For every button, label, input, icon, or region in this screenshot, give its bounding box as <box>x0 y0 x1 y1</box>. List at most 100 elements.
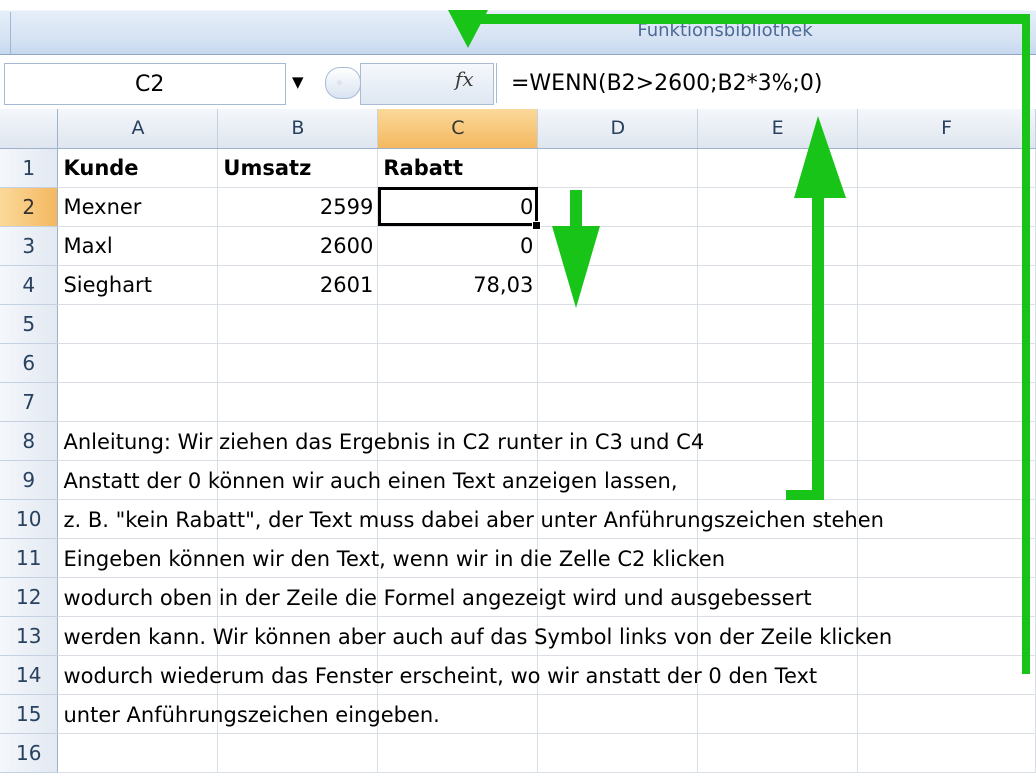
cell-b3[interactable]: 2600 <box>217 226 379 266</box>
cell[interactable] <box>697 304 859 344</box>
ribbon-separator <box>10 12 15 54</box>
cell-c4[interactable]: 78,03 <box>377 265 539 305</box>
note-line-8: unter Anführungszeichen eingeben. <box>63 702 440 727</box>
cell-b4[interactable]: 2601 <box>217 265 379 305</box>
cell[interactable] <box>57 304 219 344</box>
cell[interactable] <box>857 460 1036 500</box>
cell[interactable] <box>377 382 539 422</box>
column-header-c[interactable]: C <box>377 109 539 149</box>
cell-a1[interactable]: Kunde <box>57 148 219 188</box>
cell-f3[interactable] <box>857 226 1036 266</box>
row-header-5[interactable]: 5 <box>0 304 59 344</box>
cell[interactable] <box>857 694 1036 734</box>
cell-f4[interactable] <box>857 265 1036 305</box>
cell-a2[interactable]: Mexner <box>57 187 219 227</box>
cell[interactable] <box>537 733 699 773</box>
cell[interactable] <box>537 382 699 422</box>
cell[interactable] <box>57 343 219 383</box>
cell[interactable] <box>697 733 859 773</box>
cell[interactable] <box>857 655 1036 695</box>
name-box-dropdown-icon[interactable]: ▼ <box>292 73 304 91</box>
name-box[interactable]: C2 <box>4 63 286 105</box>
formula-bar-resize-handle[interactable]: ◦ <box>325 67 361 99</box>
cell-a8[interactable]: Anleitung: Wir ziehen das Ergebnis in C2… <box>57 421 704 461</box>
cell-a14[interactable]: wodurch wiederum das Fenster erscheint, … <box>57 655 817 695</box>
cell-e1[interactable] <box>697 148 859 188</box>
cell[interactable] <box>217 343 379 383</box>
row-header-11[interactable]: 11 <box>0 538 59 578</box>
cell-a11[interactable]: Eingeben können wir den Text, wenn wir i… <box>57 538 725 578</box>
row-header-12[interactable]: 12 <box>0 577 59 617</box>
column-header-b[interactable]: B <box>217 109 379 149</box>
cell[interactable] <box>217 304 379 344</box>
cell[interactable] <box>57 382 219 422</box>
cell-a3[interactable]: Maxl <box>57 226 219 266</box>
row-header-1[interactable]: 1 <box>0 148 59 188</box>
cell-d4[interactable] <box>537 265 699 305</box>
cell-e4[interactable] <box>697 265 859 305</box>
select-all-corner[interactable] <box>0 109 59 149</box>
ribbon-group-label: Funktionsbibliothek <box>637 20 813 39</box>
row-header-7[interactable]: 7 <box>0 382 59 422</box>
row-header-16[interactable]: 16 <box>0 733 59 773</box>
column-header-d[interactable]: D <box>537 109 699 149</box>
cell-a12[interactable]: wodurch oben in der Zeile die Formel ang… <box>57 577 812 617</box>
cell-a15[interactable]: unter Anführungszeichen eingeben. <box>57 694 440 734</box>
cell[interactable] <box>857 382 1036 422</box>
row-header-9[interactable]: 9 <box>0 460 59 500</box>
row-header-14[interactable]: 14 <box>0 655 59 695</box>
row-header-8[interactable]: 8 <box>0 421 59 461</box>
cell[interactable] <box>697 460 859 500</box>
row-header-15[interactable]: 15 <box>0 694 59 734</box>
cell[interactable] <box>377 343 539 383</box>
cell-a4[interactable]: Sieghart <box>57 265 219 305</box>
cell[interactable] <box>857 733 1036 773</box>
row-header-2[interactable]: 2 <box>0 187 59 227</box>
cell-b2[interactable]: 2599 <box>217 187 379 227</box>
cell[interactable] <box>537 343 699 383</box>
cell-c1[interactable]: Rabatt <box>377 148 539 188</box>
cell-d1[interactable] <box>537 148 699 188</box>
column-header-a[interactable]: A <box>57 109 219 149</box>
cell-d3[interactable] <box>537 226 699 266</box>
insert-function-icon[interactable]: fx <box>455 67 474 91</box>
name-box-value: C2 <box>135 72 165 97</box>
cell-a10[interactable]: z. B. "kein Rabatt", der Text muss dabei… <box>57 499 884 539</box>
cell[interactable] <box>217 382 379 422</box>
row-header-6[interactable]: 6 <box>0 343 59 383</box>
cell[interactable] <box>697 694 859 734</box>
column-header-e[interactable]: E <box>697 109 859 149</box>
column-header-f[interactable]: F <box>857 109 1036 149</box>
cell[interactable] <box>857 421 1036 461</box>
row-header-13[interactable]: 13 <box>0 616 59 656</box>
cell[interactable] <box>537 694 699 734</box>
cell-f2[interactable] <box>857 187 1036 227</box>
cell[interactable] <box>377 733 539 773</box>
cell-d2[interactable] <box>537 187 699 227</box>
formula-input[interactable]: =WENN(B2>2600;B2*3%;0) <box>496 63 1036 103</box>
cell-e2[interactable] <box>697 187 859 227</box>
cell[interactable] <box>857 538 1036 578</box>
cell[interactable] <box>217 733 379 773</box>
row-header-10[interactable]: 10 <box>0 499 59 539</box>
cell[interactable] <box>857 304 1036 344</box>
row-header-4[interactable]: 4 <box>0 265 59 305</box>
cell-c2-active[interactable]: 0 <box>377 187 541 229</box>
cell-e3[interactable] <box>697 226 859 266</box>
cell-a9[interactable]: Anstatt der 0 können wir auch einen Text… <box>57 460 678 500</box>
cell[interactable] <box>697 421 859 461</box>
cell-f1[interactable] <box>857 148 1036 188</box>
cell[interactable] <box>697 382 859 422</box>
row-header-3[interactable]: 3 <box>0 226 59 266</box>
cell-b1[interactable]: Umsatz <box>217 148 379 188</box>
cell[interactable] <box>57 733 219 773</box>
cell[interactable] <box>537 304 699 344</box>
cell[interactable] <box>697 343 859 383</box>
cell[interactable] <box>857 577 1036 617</box>
note-line-3: z. B. "kein Rabatt", der Text muss dabei… <box>63 507 884 532</box>
cell[interactable] <box>377 304 539 344</box>
cell[interactable] <box>857 499 1036 539</box>
cell-c3[interactable]: 0 <box>377 226 539 266</box>
cell[interactable] <box>857 343 1036 383</box>
cell-a13[interactable]: werden kann. Wir können aber auch auf da… <box>57 616 892 656</box>
